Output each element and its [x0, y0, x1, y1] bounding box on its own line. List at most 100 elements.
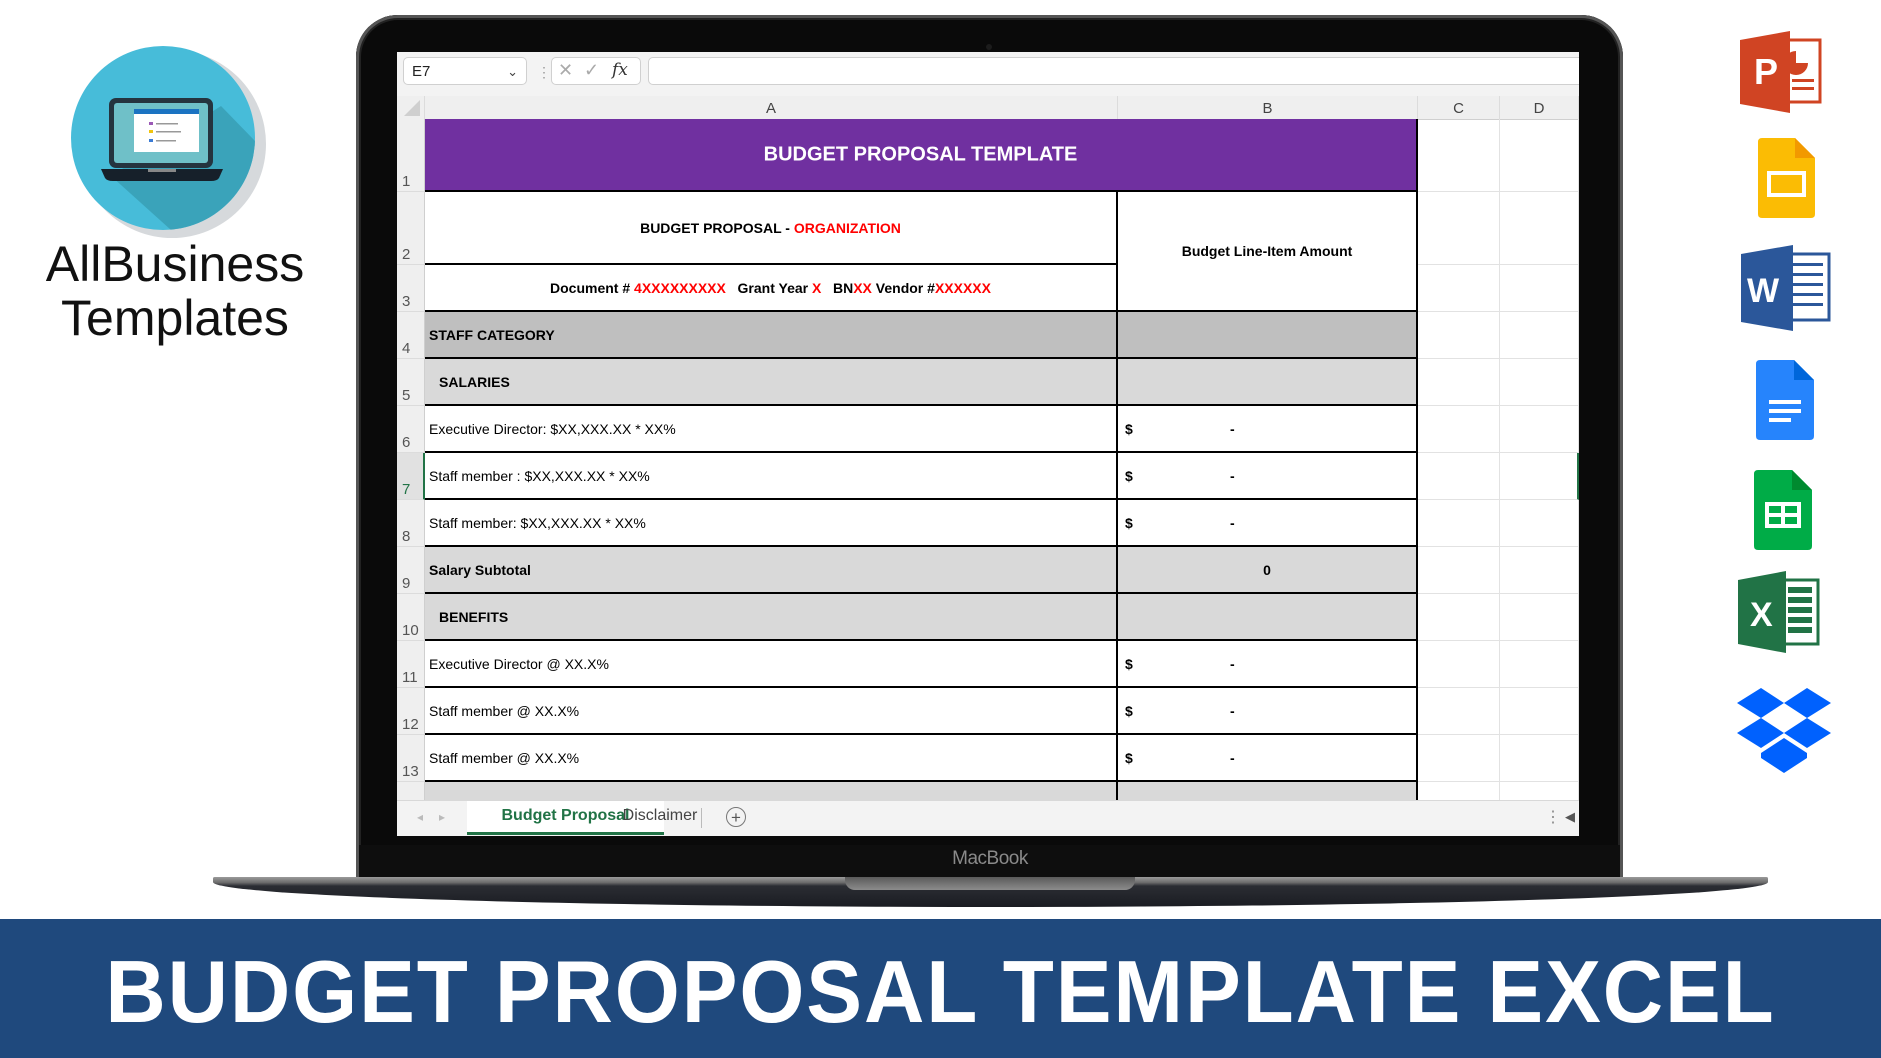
- cell-d11[interactable]: [1500, 641, 1579, 688]
- formula-input[interactable]: [648, 57, 1579, 85]
- dropbox-icon: [1737, 688, 1831, 773]
- drag-handle-icon[interactable]: ⋮: [537, 64, 551, 80]
- cell-d14[interactable]: [1500, 782, 1579, 800]
- column-header-a[interactable]: A: [425, 96, 1118, 119]
- tab-disclaimer[interactable]: Disclaimer: [615, 801, 705, 833]
- google-docs-icon: [1756, 360, 1814, 440]
- formula-bar: E7 ⌄ ⋮ ✕ ✓ fx: [397, 52, 1579, 96]
- name-box-value: E7: [412, 63, 431, 80]
- cell-a13[interactable]: Staff member @ XX.X%: [425, 735, 1118, 782]
- cell-a12[interactable]: Staff member @ XX.X%: [425, 688, 1118, 735]
- previous-sheet-icon[interactable]: ◂: [417, 810, 423, 824]
- row-header-selected[interactable]: 7: [397, 453, 425, 500]
- cell-c3[interactable]: [1418, 265, 1500, 312]
- row-header[interactable]: 12: [397, 688, 425, 735]
- cell-c11[interactable]: [1418, 641, 1500, 688]
- cell-a10[interactable]: BENEFITS: [425, 594, 1118, 641]
- cell-c4[interactable]: [1418, 312, 1500, 359]
- row-header[interactable]: 1: [397, 119, 425, 192]
- cell-b7[interactable]: $ -: [1118, 453, 1418, 500]
- column-header-c[interactable]: C: [1418, 96, 1500, 119]
- cell-b2[interactable]: Budget Line-Item Amount: [1118, 192, 1418, 312]
- cell-c1[interactable]: [1418, 119, 1500, 192]
- row-header[interactable]: 10: [397, 594, 425, 641]
- cell-a14[interactable]: [425, 782, 1118, 800]
- cell-d2[interactable]: [1500, 192, 1579, 265]
- cell-a6[interactable]: Executive Director: $XX,XXX.XX * XX%: [425, 406, 1118, 453]
- line-item-label: Executive Director: $XX,XXX.XX * XX%: [429, 420, 676, 437]
- column-header-d[interactable]: D: [1500, 96, 1579, 119]
- cell-b12[interactable]: $ -: [1118, 688, 1418, 735]
- chevron-down-icon[interactable]: ⌄: [507, 58, 518, 86]
- enter-icon[interactable]: ✓: [584, 60, 599, 81]
- cell-a9[interactable]: Salary Subtotal: [425, 547, 1118, 594]
- row-header[interactable]: 8: [397, 500, 425, 547]
- add-sheet-icon[interactable]: +: [726, 807, 746, 827]
- cell-d1[interactable]: [1500, 119, 1579, 192]
- cell-b4[interactable]: [1118, 312, 1418, 359]
- row-header[interactable]: 11: [397, 641, 425, 688]
- cell-d8[interactable]: [1500, 500, 1579, 547]
- cell-b11[interactable]: $ -: [1118, 641, 1418, 688]
- column-header-b[interactable]: B: [1118, 96, 1418, 119]
- cell-d9[interactable]: [1500, 547, 1579, 594]
- cell-a3[interactable]: Document # 4XXXXXXXXX Grant Year X BNXX …: [425, 265, 1118, 312]
- cell-b10[interactable]: [1118, 594, 1418, 641]
- name-box[interactable]: E7 ⌄: [403, 57, 527, 85]
- cancel-icon[interactable]: ✕: [558, 60, 573, 81]
- cell-b8[interactable]: $ -: [1118, 500, 1418, 547]
- line-item-label: Staff member : $XX,XXX.XX * XX%: [429, 467, 650, 484]
- select-all-button[interactable]: [397, 96, 425, 119]
- cell-a2[interactable]: BUDGET PROPOSAL - ORGANIZATION: [425, 192, 1118, 265]
- row-header[interactable]: 9: [397, 547, 425, 594]
- cell-c13[interactable]: [1418, 735, 1500, 782]
- cell-c12[interactable]: [1418, 688, 1500, 735]
- cell-c14[interactable]: [1418, 782, 1500, 800]
- row-header[interactable]: 6: [397, 406, 425, 453]
- camera-dot: [986, 44, 992, 50]
- formula-buttons: ✕ ✓ fx: [551, 57, 641, 85]
- cell-d7[interactable]: [1500, 453, 1579, 500]
- cell-c2[interactable]: [1418, 192, 1500, 265]
- cell-c6[interactable]: [1418, 406, 1500, 453]
- cell-c8[interactable]: [1418, 500, 1500, 547]
- title-cell[interactable]: BUDGET PROPOSAL TEMPLATE: [425, 119, 1418, 192]
- cell-b5[interactable]: [1118, 359, 1418, 406]
- row-header[interactable]: 13: [397, 735, 425, 782]
- cell-a5[interactable]: SALARIES: [425, 359, 1118, 406]
- cell-a11[interactable]: Executive Director @ XX.X%: [425, 641, 1118, 688]
- cell-b9[interactable]: 0: [1118, 547, 1418, 594]
- cell-d3[interactable]: [1500, 265, 1579, 312]
- cell-a8[interactable]: Staff member: $XX,XXX.XX * XX%: [425, 500, 1118, 547]
- cell-a7[interactable]: Staff member : $XX,XXX.XX * XX%: [425, 453, 1118, 500]
- next-sheet-icon[interactable]: ▸: [439, 810, 445, 824]
- more-options-icon[interactable]: ⋮: [1545, 807, 1561, 827]
- insert-function-icon[interactable]: fx: [612, 60, 628, 80]
- row-header[interactable]: 5: [397, 359, 425, 406]
- laptop-hinge-notch: [845, 877, 1135, 890]
- svg-text:W: W: [1747, 272, 1780, 310]
- cell-c9[interactable]: [1418, 547, 1500, 594]
- cell-c7[interactable]: [1418, 453, 1500, 500]
- amount-value: -: [1230, 749, 1235, 766]
- cell-a4[interactable]: STAFF CATEGORY: [425, 312, 1118, 359]
- cell-d6[interactable]: [1500, 406, 1579, 453]
- cell-b6[interactable]: $ -: [1118, 406, 1418, 453]
- cell-c5[interactable]: [1418, 359, 1500, 406]
- currency-symbol: $: [1125, 655, 1133, 672]
- scroll-left-icon[interactable]: ◀: [1565, 809, 1575, 825]
- svg-text:X: X: [1750, 596, 1773, 634]
- column-headers: A B C D: [397, 96, 1579, 120]
- cell-b14[interactable]: [1118, 782, 1418, 800]
- cell-d5[interactable]: [1500, 359, 1579, 406]
- cell-b13[interactable]: $ -: [1118, 735, 1418, 782]
- cell-c10[interactable]: [1418, 594, 1500, 641]
- cell-d12[interactable]: [1500, 688, 1579, 735]
- cell-d4[interactable]: [1500, 312, 1579, 359]
- cell-d13[interactable]: [1500, 735, 1579, 782]
- row-header[interactable]: 2: [397, 192, 425, 265]
- row-header[interactable]: 4: [397, 312, 425, 359]
- row-header[interactable]: [397, 782, 425, 800]
- cell-d10[interactable]: [1500, 594, 1579, 641]
- row-header[interactable]: 3: [397, 265, 425, 312]
